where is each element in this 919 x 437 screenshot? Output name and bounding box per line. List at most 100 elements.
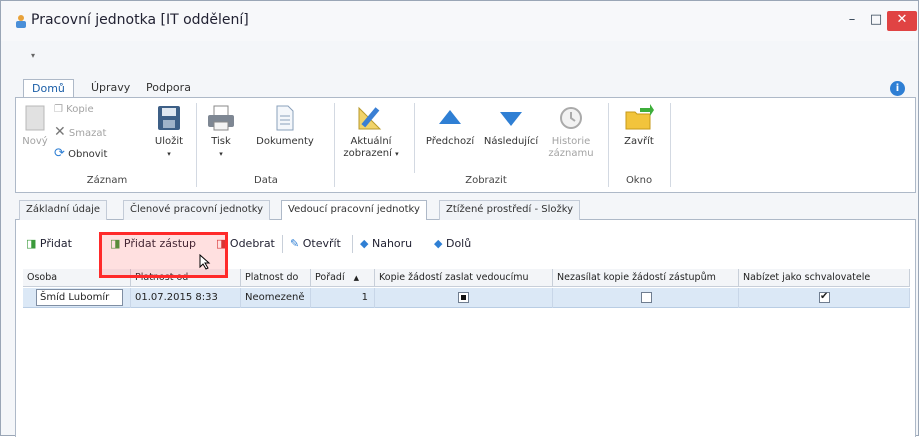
copy-icon: ❐ [54, 104, 63, 115]
cell-kopie-vedoucimu[interactable] [375, 288, 553, 308]
page-tabs: Základní údaje Členové pracovní jednotky… [15, 198, 916, 221]
aktualni-label-2: zobrazení [343, 148, 392, 159]
historie-zaznamu-button[interactable]: Historie záznamu [546, 104, 596, 160]
ruler-pencil-icon [358, 106, 382, 130]
group-label-zaznam: Záznam [86, 175, 128, 186]
toolbar-separator [352, 235, 353, 253]
tab-podpora[interactable]: Podpora [138, 79, 199, 99]
save-icon [158, 106, 180, 130]
dokumenty-button[interactable]: Dokumenty [252, 104, 318, 148]
ribbon-panel: Nový ❐ Kopie ✕ Smazat ⟳ Obnovit Uložit ▾… [15, 97, 916, 193]
arrow-up-icon: ◆ [360, 237, 369, 250]
refresh-icon: ⟳ [54, 146, 65, 161]
predchozi-label: Předchozí [425, 136, 475, 147]
cell-nabizet-schvalovatele[interactable]: ✔ [739, 288, 910, 308]
nezasilat-zastupum-checkbox[interactable] [641, 292, 652, 303]
historie-label-2: záznamu [548, 148, 594, 159]
indeterminate-mark [461, 295, 466, 300]
nabizet-schvalovatele-checkbox[interactable]: ✔ [819, 291, 830, 303]
chevron-down-icon: ▾ [219, 150, 223, 158]
column-header-platnost-do[interactable]: Platnost do [241, 269, 311, 287]
cell-osoba[interactable]: Šmíd Lubomír [23, 288, 131, 308]
sort-ascending-icon: ▲ [353, 274, 360, 282]
novy-button[interactable]: Nový [18, 104, 52, 148]
tab-clenove[interactable]: Členové pracovní jednotky [123, 200, 271, 220]
kopie-vedoucimu-checkbox[interactable] [458, 292, 469, 303]
tisk-label: Tisk [211, 136, 231, 147]
ribbon-tabs: Domů Úpravy Podpora [1, 76, 918, 99]
column-header-poradi[interactable]: Pořadí ▲ [311, 269, 375, 287]
mouse-cursor-icon [199, 254, 211, 270]
dokumenty-label: Dokumenty [256, 136, 314, 147]
quick-access-dropdown[interactable]: ▾ [31, 51, 35, 60]
arrow-up-icon [439, 110, 461, 124]
novy-label: Nový [22, 136, 48, 147]
obnovit-label: Obnovit [68, 149, 108, 160]
dolu-button[interactable]: ◆ Dolů [434, 234, 471, 254]
nasledujici-button[interactable]: Následující [482, 104, 540, 148]
table-row[interactable]: Šmíd Lubomír 01.07.2015 8:33 Neomezeně 1… [23, 288, 910, 308]
open-edit-icon: ✎ [290, 237, 300, 250]
tab-upravy[interactable]: Úpravy [83, 79, 138, 99]
group-label-okno: Okno [625, 175, 653, 186]
smazat-button[interactable]: ✕ Smazat [54, 124, 106, 140]
tisk-button[interactable]: Tisk ▾ [204, 104, 238, 160]
kopie-button[interactable]: ❐ Kopie [54, 104, 94, 116]
toolbar-separator [282, 235, 283, 253]
ulozit-button[interactable]: Uložit ▾ [152, 104, 186, 160]
zavrit-button[interactable]: Zavřít [614, 104, 664, 148]
obnovit-button[interactable]: ⟳ Obnovit [54, 146, 107, 161]
smazat-label: Smazat [68, 128, 107, 139]
dolu-label: Dolů [445, 237, 472, 250]
column-header-kopie-vedoucimu[interactable]: Kopie žádostí zaslat vedoucímu [375, 269, 553, 287]
document-icon [276, 105, 294, 131]
nasledujici-label: Následující [483, 136, 539, 147]
pridat-label: Přidat [39, 237, 72, 250]
cell-platnost-od[interactable]: 01.07.2015 8:33 [131, 288, 241, 308]
add-person-icon: ◨ [26, 237, 37, 250]
otevrit-label: Otevřít [302, 237, 341, 250]
history-clock-icon [560, 107, 582, 129]
aktualni-label-1: Aktuální [350, 136, 392, 147]
close-button[interactable]: ✕ [887, 11, 917, 31]
arrow-down-icon [500, 112, 522, 126]
folder-exit-icon [625, 104, 654, 130]
pridat-button[interactable]: ◨ Přidat [26, 234, 72, 254]
title-bar: Pracovní jednotka [IT oddělení] – □ ✕ [1, 1, 918, 41]
tab-ztizene-prostredi[interactable]: Ztížené prostředí - Složky [439, 200, 581, 220]
ulozit-label: Uložit [154, 136, 184, 147]
group-separator [608, 103, 609, 187]
nahoru-label: Nahoru [371, 237, 413, 250]
user-group-icon [16, 15, 26, 28]
group-separator [414, 103, 415, 173]
group-separator [196, 103, 197, 187]
odebrat-label: Odebrat [229, 237, 275, 250]
cell-poradi[interactable]: 1 [311, 288, 375, 308]
kopie-label: Kopie [66, 104, 94, 115]
chevron-down-icon: ▾ [395, 150, 399, 158]
group-label-data: Data [254, 175, 278, 186]
osoba-edit-field[interactable]: Šmíd Lubomír [36, 289, 123, 306]
group-label-zobrazit: Zobrazit [465, 175, 507, 186]
tab-content: ◨ Přidat ◨ Přidat zástup ◨ Odebrat ✎ Ote… [15, 220, 916, 437]
minimize-button[interactable]: – [839, 11, 865, 31]
aktualni-zobrazeni-button[interactable]: Aktuální zobrazení ▾ [340, 104, 402, 160]
column-header-nezasilat-zastupum[interactable]: Nezasílat kopie žádostí zástupům [553, 269, 739, 287]
app-window: Pracovní jednotka [IT oddělení] – □ ✕ ▾ … [0, 0, 919, 437]
delete-x-icon: ✕ [54, 124, 66, 140]
group-separator [334, 103, 335, 187]
printer-icon [208, 105, 234, 131]
info-icon[interactable]: i [890, 81, 905, 96]
chevron-down-icon: ▾ [167, 150, 171, 158]
tab-vedouci[interactable]: Vedoucí pracovní jednotky [281, 200, 427, 221]
cell-nezasilat-zastupum[interactable] [553, 288, 739, 308]
cell-platnost-do[interactable]: Neomezeně [241, 288, 311, 308]
otevrit-button[interactable]: ✎ Otevřít [290, 234, 341, 254]
maximize-button[interactable]: □ [863, 11, 889, 31]
new-document-icon [25, 105, 45, 131]
predchozi-button[interactable]: Předchozí [422, 104, 478, 148]
column-header-nabizet-schvalovatele[interactable]: Nabízet jako schvalovatele [739, 269, 910, 287]
nahoru-button[interactable]: ◆ Nahoru [360, 234, 412, 254]
tab-zakladni-udaje[interactable]: Základní údaje [19, 200, 108, 220]
tab-domu[interactable]: Domů [23, 79, 74, 99]
